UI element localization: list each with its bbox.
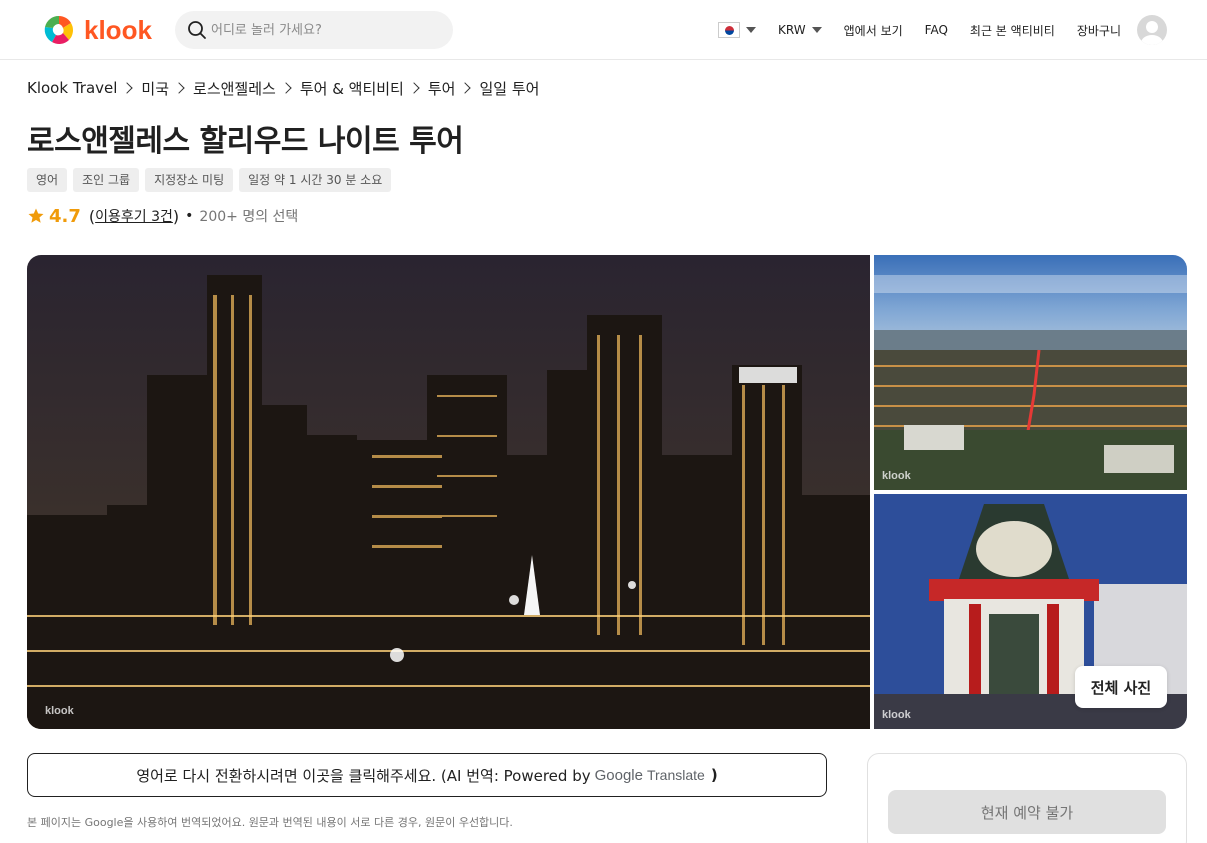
search-icon	[188, 21, 206, 39]
main-photo-la-skyline[interactable]	[27, 255, 870, 729]
photo-watermark: klook	[882, 709, 911, 721]
booking-panel: 현재 예약 불가	[867, 753, 1187, 843]
photo-watermark: klook	[882, 470, 911, 482]
view-all-photos-button[interactable]: 전체 사진	[1075, 666, 1167, 708]
tag-meeting: 지정장소 미팅	[145, 168, 234, 192]
currency-label: KRW	[778, 23, 806, 37]
klook-logo[interactable]: klook	[42, 13, 152, 47]
rating-score: 4.7	[49, 205, 81, 227]
photo-gallery: klook klook klook	[27, 255, 1187, 729]
faq-link[interactable]: FAQ	[925, 23, 948, 37]
breadcrumb-item[interactable]: 투어 & 액티비티	[300, 78, 404, 99]
separator-dot: •	[185, 208, 194, 224]
translate-close-paren: )	[710, 766, 718, 784]
google-logo-text: Google	[594, 766, 643, 784]
star-icon	[28, 208, 44, 223]
currency-selector[interactable]: KRW	[778, 23, 822, 37]
breadcrumb-item[interactable]: 로스앤젤레스	[193, 78, 276, 99]
rating-row: 4.7 ( 이용후기 3건 ) • 200+ 명의 선택	[27, 204, 298, 228]
chevron-right-icon	[459, 82, 472, 94]
app-link[interactable]: 앱에서 보기	[844, 22, 903, 39]
klook-logo-icon	[44, 15, 73, 44]
cart-link[interactable]: 장바구니	[1077, 22, 1121, 39]
breadcrumb-item[interactable]: 일일 투어	[479, 78, 539, 99]
top-header: klook KRW 앱에서 보기 FAQ 최근 본 액티비티 장바구니	[0, 0, 1207, 60]
recently-viewed-link[interactable]: 최근 본 액티비티	[970, 22, 1055, 39]
photo-watermark: klook	[45, 705, 74, 717]
bookings-count: 200+ 명의 선택	[199, 209, 299, 225]
breadcrumb-item[interactable]: 투어	[428, 78, 456, 99]
header-nav: KRW 앱에서 보기 FAQ 최근 본 액티비티 장바구니	[696, 0, 1167, 60]
breadcrumb: Klook Travel 미국 로스앤젤레스 투어 & 액티비티 투어 일일 투…	[27, 76, 539, 100]
breadcrumb-item[interactable]: Klook Travel	[27, 79, 117, 97]
chevron-right-icon	[173, 82, 185, 94]
breadcrumb-item[interactable]: 미국	[141, 78, 169, 99]
chevron-down-icon	[811, 27, 822, 33]
page-title: 로스앤젤레스 할리우드 나이트 투어	[27, 124, 464, 159]
tag-language: 영어	[27, 168, 68, 192]
activity-tags: 영어 조인 그룹 지정장소 미팅 일정 약 1 시간 30 분 소요	[27, 168, 392, 192]
chevron-down-icon	[746, 27, 757, 33]
chevron-right-icon	[280, 82, 292, 94]
translate-logo-text: Translate	[646, 767, 705, 783]
klook-logo-text: klook	[84, 14, 152, 45]
search-bar[interactable]	[175, 11, 453, 49]
switch-to-english-button[interactable]: 영어로 다시 전환하시려면 이곳을 클릭해주세요. (AI 번역: Powere…	[27, 753, 827, 797]
close-paren: )	[172, 206, 180, 226]
language-selector[interactable]	[718, 22, 757, 38]
user-avatar-icon[interactable]	[1137, 15, 1167, 45]
tag-duration: 일정 약 1 시간 30 분 소요	[239, 168, 392, 192]
side-photo-city-view[interactable]	[874, 255, 1187, 490]
korea-flag-icon	[718, 22, 741, 38]
chevron-right-icon	[408, 82, 420, 94]
search-input[interactable]	[211, 22, 441, 38]
translation-notice: 본 페이지는 Google을 사용하여 번역되었어요. 원문과 번역된 내용이 …	[27, 816, 513, 829]
tag-group-type: 조인 그룹	[73, 168, 140, 192]
reviews-link[interactable]: 이용후기 3건	[95, 206, 173, 226]
booking-unavailable-button[interactable]: 현재 예약 불가	[888, 790, 1166, 834]
translate-button-text: 영어로 다시 전환하시려면 이곳을 클릭해주세요. (AI 번역: Powere…	[136, 766, 591, 785]
chevron-right-icon	[121, 82, 134, 94]
